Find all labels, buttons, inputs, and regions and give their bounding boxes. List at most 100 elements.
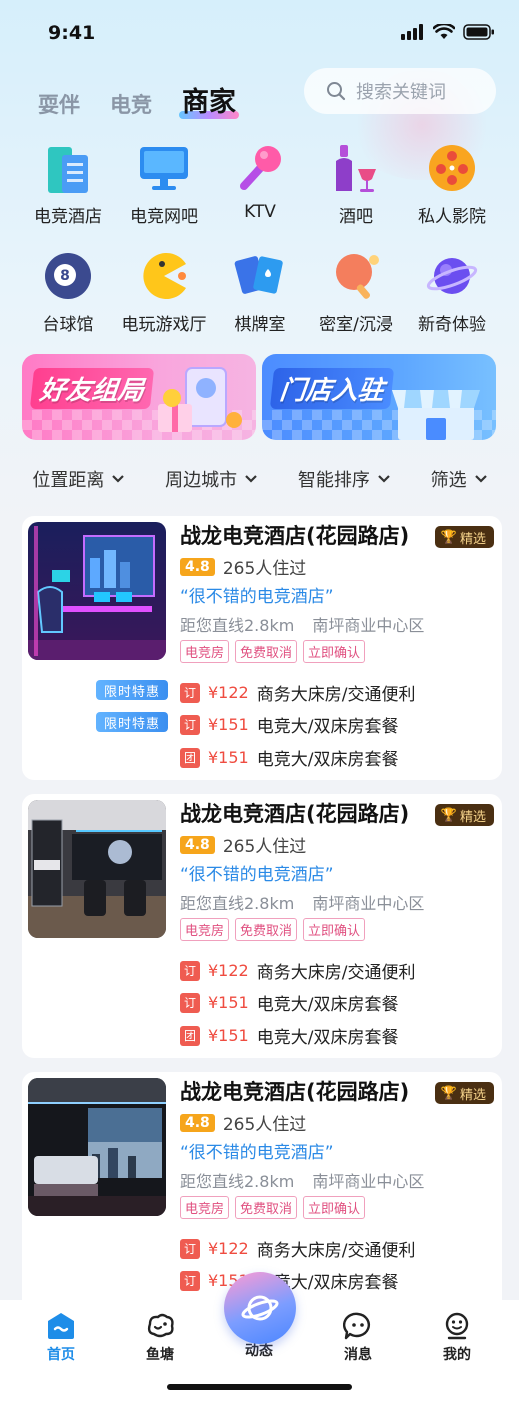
tab-shangjia[interactable]: 商家 [179,80,239,119]
review-quote: “很不错的电竞酒店” [180,587,334,607]
category-chess-room[interactable]: 棋牌室 [212,248,308,346]
filter-nearby-city[interactable]: 周边城市 [165,466,257,492]
wine-icon [328,140,384,196]
nav-pond[interactable]: 鱼塘 [130,1312,190,1364]
location-row: 距您直线2.8km 南坪商业中心区 [180,890,424,914]
banner-store-join[interactable]: 门店入驻 [262,354,496,440]
promo-badge: 限时特惠 [96,712,168,732]
category-esports-hotel[interactable]: 电竞酒店 [20,140,116,238]
deal-price: ¥151 [208,1026,249,1045]
review-quote: “很不错的电竞酒店” [180,1143,334,1163]
building-icon [40,140,96,196]
deal-name: 电竞大/双床房套餐 [256,750,399,770]
tag-list: 电竞房 免费取消 立即确认 [180,1196,366,1219]
group-buy-icon: 团 [180,1025,200,1046]
featured-badge: 🏆 精选 [434,804,494,826]
trophy-icon: 🏆 [440,1085,457,1101]
category-esports-cafe[interactable]: 电竞网吧 [116,140,212,238]
tag-list: 电竞房 免费取消 立即确认 [180,918,366,941]
hotel-photo [28,800,166,938]
category-ktv[interactable]: KTV [212,140,308,238]
deal-price: ¥151 [208,748,249,767]
book-icon: 订 [180,992,200,1013]
rating-score: 4.8 [180,835,215,854]
listing-card[interactable]: 战龙电竞酒店(花园路店) 🏆 精选 4.8 265人住过 “很不错的电竞酒店” 距… [22,516,502,780]
status-time: 9:41 [48,22,96,44]
pacman-icon [136,248,192,304]
filter-label: 智能排序 [297,470,370,491]
deal-price: ¥122 [208,961,249,980]
feed-center-button[interactable] [224,1272,296,1344]
category-novelty[interactable]: 新奇体验 [404,248,500,346]
listing-title: 战龙电竞酒店(花园路店) [180,1080,410,1104]
category-arcade[interactable]: 电玩游戏厅 [116,248,212,346]
nav-label: 首页 [47,1347,75,1363]
chevron-down-icon [378,475,390,483]
filter-smart-sort[interactable]: 智能排序 [298,466,390,492]
chevron-down-icon [245,475,257,483]
status-icons [401,24,495,40]
category-escape-room[interactable]: 密室/沉浸 [308,248,404,346]
search-input[interactable]: 搜索关键词 [304,68,496,114]
tag-list: 电竞房 免费取消 立即确认 [180,640,366,663]
listing-card[interactable]: 战龙电竞酒店(花园路店) 🏆 精选 4.8 265人住过 “很不错的电竞酒店” 距… [22,1072,502,1300]
deal-name: 商务大床房/交通便利 [256,963,416,983]
filter-label: 位置距离 [32,470,105,491]
rating-row: 4.8 265人住过 [180,554,306,579]
message-icon [343,1312,370,1340]
tag: 立即确认 [303,918,366,941]
category-grid: 电竞酒店 电竞网吧 KTV 酒吧 私人影院 8 台球馆 电玩游戏厅 棋牌室 密室… [20,140,500,346]
nav-profile[interactable]: 我的 [427,1312,487,1364]
pond-icon [147,1313,174,1338]
category-billiards[interactable]: 8 台球馆 [20,248,116,346]
billiard-ball-icon: 8 [40,248,96,304]
tab-dianjing[interactable]: 电竞 [110,89,152,119]
distance-text: 距您直线2.8km [180,1172,295,1191]
review-quote: “很不错的电竞酒店” [180,865,334,885]
nav-label: 鱼塘 [146,1347,174,1363]
filter-label: 筛选 [430,470,467,491]
signal-icon [401,24,423,40]
home-icon [48,1313,74,1339]
deal-row[interactable]: 订 ¥122 商务大床房/交通便利 [180,680,415,705]
filter-screen[interactable]: 筛选 [431,466,487,492]
ping-pong-icon [328,248,384,304]
featured-badge: 🏆 精选 [434,1082,494,1104]
category-private-cinema[interactable]: 私人影院 [404,140,500,238]
listing-card[interactable]: 战龙电竞酒店(花园路店) 🏆 精选 4.8 265人住过 “很不错的电竞酒店” 距… [22,794,502,1058]
banner-friend-group[interactable]: 好友组局 [22,354,256,440]
status-bar: 9:41 [0,0,519,60]
microphone-icon [232,140,288,196]
storefront-illustration [392,390,480,440]
cards-icon [232,248,288,304]
deal-row[interactable]: 订 ¥122 商务大床房/交通便利 [180,958,415,983]
deal-row[interactable]: 团 ¥151 电竞大/双床房套餐 [180,745,398,770]
hotel-photo [28,522,166,660]
deal-name: 电竞大/双床房套餐 [256,995,399,1015]
book-icon: 订 [180,714,200,735]
hotel-photo [28,1078,166,1216]
rating-row: 4.8 265人住过 [180,832,306,857]
deal-row[interactable]: 团 ¥151 电竞大/双床房套餐 [180,1023,398,1048]
deal-row[interactable]: 订 ¥122 商务大床房/交通便利 [180,1236,415,1261]
distance-text: 距您直线2.8km [180,894,295,913]
category-label: 密室/沉浸 [319,315,393,335]
tag: 电竞房 [180,1196,230,1219]
tag: 电竞房 [180,918,230,941]
filter-label: 周边城市 [165,470,238,491]
filter-distance[interactable]: 位置距离 [32,466,125,492]
nav-home[interactable]: 首页 [31,1312,91,1364]
tag: 电竞房 [180,640,230,663]
deal-row[interactable]: 订 ¥151 电竞大/双床房套餐 [180,712,398,737]
category-label: 新奇体验 [418,315,486,335]
rating-row: 4.8 265人住过 [180,1110,306,1135]
nav-messages[interactable]: 消息 [328,1312,388,1364]
home-indicator [167,1384,352,1390]
tag: 免费取消 [235,918,298,941]
location-row: 距您直线2.8km 南坪商业中心区 [180,612,424,636]
category-label: 酒吧 [339,207,373,227]
category-bar[interactable]: 酒吧 [308,140,404,238]
deal-row[interactable]: 订 ¥151 电竞大/双床房套餐 [180,990,398,1015]
tab-shuaban[interactable]: 耍伴 [38,89,80,119]
featured-badge: 🏆 精选 [434,526,494,548]
